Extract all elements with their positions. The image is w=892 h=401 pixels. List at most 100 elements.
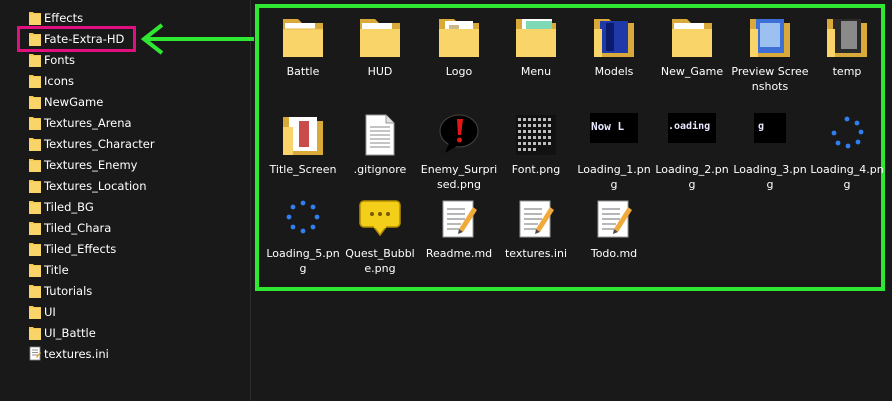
- grid-item-battle[interactable]: Battle: [264, 13, 342, 79]
- tree-item-tutorials[interactable]: Tutorials: [29, 280, 92, 301]
- grid-item-models[interactable]: Models: [575, 13, 653, 79]
- tree-item-ui[interactable]: UI: [29, 301, 56, 322]
- tree-item-effects[interactable]: Effects: [29, 7, 83, 28]
- tree-item-label: Title: [44, 262, 69, 277]
- tree-item-newgame[interactable]: NewGame: [29, 91, 103, 112]
- highlight-box-pink: [17, 26, 136, 52]
- tree-item-label: Tiled_Chara: [44, 220, 112, 235]
- grid-item-label: Title_Screen: [269, 163, 337, 176]
- grid-item-label: Loading_2.png: [655, 163, 729, 191]
- grid-item-todo[interactable]: Todo.md: [575, 195, 653, 261]
- grid-item-loading-5[interactable]: Loading_5.png: [264, 195, 342, 276]
- grid-item-quest-bubble[interactable]: Quest_Bubble.png: [341, 195, 419, 276]
- tree-item-label: Textures_Enemy: [44, 157, 138, 172]
- loading-text-image-icon: Now L: [590, 113, 638, 143]
- tree-item-label: Effects: [44, 10, 84, 25]
- grid-item-enemy-surprised[interactable]: Enemy_Surprised.png: [420, 111, 498, 192]
- notepad-icon: [597, 200, 632, 238]
- folder-icon: [672, 19, 712, 57]
- grid-item-label: .gitignore: [353, 163, 407, 176]
- folder-icon: [29, 12, 41, 25]
- folder-icon: [29, 306, 41, 319]
- grid-item-gitignore[interactable]: .gitignore: [341, 111, 419, 177]
- tree-item-textures-location[interactable]: Textures_Location: [29, 175, 146, 196]
- grid-item-label: Models: [594, 65, 634, 78]
- grid-item-loading-3[interactable]: g Loading_3.png: [731, 111, 809, 192]
- folder-icon: [29, 243, 41, 256]
- folder-icon: [29, 96, 41, 109]
- grid-item-temp[interactable]: temp: [808, 13, 886, 79]
- grid-item-menu[interactable]: Menu: [497, 13, 575, 79]
- grid-item-textures-ini[interactable]: textures.ini: [497, 195, 575, 261]
- folder-icon: [29, 222, 41, 235]
- tree-item-tiled-chara[interactable]: Tiled_Chara: [29, 217, 111, 238]
- tree-item-label: Textures_Character: [44, 136, 155, 151]
- grid-item-logo[interactable]: Logo: [420, 13, 498, 79]
- pane-divider[interactable]: [250, 0, 251, 401]
- text-file-icon: [29, 346, 41, 361]
- grid-item-preview-screenshots[interactable]: Preview Screenshots: [731, 13, 809, 94]
- folder-icon: [594, 19, 634, 57]
- tree-item-fonts[interactable]: Fonts: [29, 49, 75, 70]
- grid-item-readme[interactable]: Readme.md: [420, 195, 498, 261]
- tree-item-textures-enemy[interactable]: Textures_Enemy: [29, 154, 137, 175]
- tree-item-tiled-bg[interactable]: Tiled_BG: [29, 196, 94, 217]
- grid-item-label: Logo: [445, 65, 473, 78]
- tree-item-textures-character[interactable]: Textures_Character: [29, 133, 155, 154]
- grid-item-label: Preview Screenshots: [731, 65, 809, 93]
- loading-text-image-icon: g: [754, 113, 786, 143]
- grid-item-new-game[interactable]: New_Game: [653, 13, 731, 79]
- arrow-left-icon: [140, 23, 254, 55]
- tree-item-label: UI: [44, 304, 56, 319]
- grid-item-font-png[interactable]: Font.png: [497, 111, 575, 177]
- tree-item-ui-battle[interactable]: UI_Battle: [29, 322, 96, 343]
- document-icon: [365, 114, 395, 156]
- grid-item-label: Battle: [286, 65, 320, 78]
- loading-2-thumb-text: .oading: [668, 120, 710, 132]
- loading-1-thumb-text: Now L: [591, 120, 624, 133]
- tree-item-label: Tutorials: [44, 283, 93, 298]
- grid-item-label: New_Game: [660, 65, 724, 78]
- grid-item-label: Loading_1.png: [577, 163, 651, 191]
- folder-icon: [516, 19, 556, 57]
- font-atlas-icon: [516, 115, 556, 155]
- tree-item-tiled-effects[interactable]: Tiled_Effects: [29, 238, 116, 259]
- grid-item-label: Loading_5.png: [266, 247, 340, 275]
- folder-icon: [439, 19, 479, 57]
- exclamation-bubble-icon: [439, 114, 479, 153]
- grid-item-label: Menu: [520, 65, 552, 78]
- navigation-tree: Effects Fate-Extra-HD Fonts Icons NewGam…: [0, 0, 250, 401]
- tree-item-icons[interactable]: Icons: [29, 70, 74, 91]
- folder-icon: [29, 159, 41, 172]
- grid-item-loading-4[interactable]: Loading_4.png: [808, 111, 886, 192]
- tree-item-textures-ini[interactable]: textures.ini: [29, 343, 109, 364]
- grid-item-label: Todo.md: [590, 247, 638, 260]
- folder-icon: [283, 19, 323, 57]
- folder-icon: [29, 138, 41, 151]
- grid-item-title-screen[interactable]: Title_Screen: [264, 111, 342, 177]
- folder-icon: [29, 201, 41, 214]
- loading-3-thumb-text: g: [758, 121, 764, 132]
- loading-spinner-icon: [286, 200, 320, 234]
- notepad-icon: [519, 200, 554, 238]
- tree-item-label: Fonts: [44, 52, 76, 67]
- folder-icon: [29, 264, 41, 277]
- notepad-icon: [442, 200, 477, 238]
- loading-text-image-icon: .oading: [668, 113, 716, 143]
- folder-icon: [29, 180, 41, 193]
- grid-item-label: Font.png: [511, 163, 561, 176]
- grid-item-hud[interactable]: HUD: [341, 13, 419, 79]
- grid-item-label: Readme.md: [425, 247, 493, 260]
- tree-item-label: Tiled_Effects: [44, 241, 117, 256]
- folder-icon: [29, 285, 41, 298]
- tree-item-label: Textures_Location: [44, 178, 147, 193]
- tree-item-label: Icons: [44, 73, 75, 88]
- grid-item-loading-2[interactable]: .oading Loading_2.png: [653, 111, 731, 192]
- tree-item-textures-arena[interactable]: Textures_Arena: [29, 112, 132, 133]
- tree-item-title[interactable]: Title: [29, 259, 69, 280]
- grid-item-label: Loading_4.png: [810, 163, 884, 191]
- folder-icon: [750, 19, 790, 57]
- folder-icon: [827, 19, 867, 57]
- grid-item-loading-1[interactable]: Now L Loading_1.png: [575, 111, 653, 192]
- grid-item-label: textures.ini: [504, 247, 568, 260]
